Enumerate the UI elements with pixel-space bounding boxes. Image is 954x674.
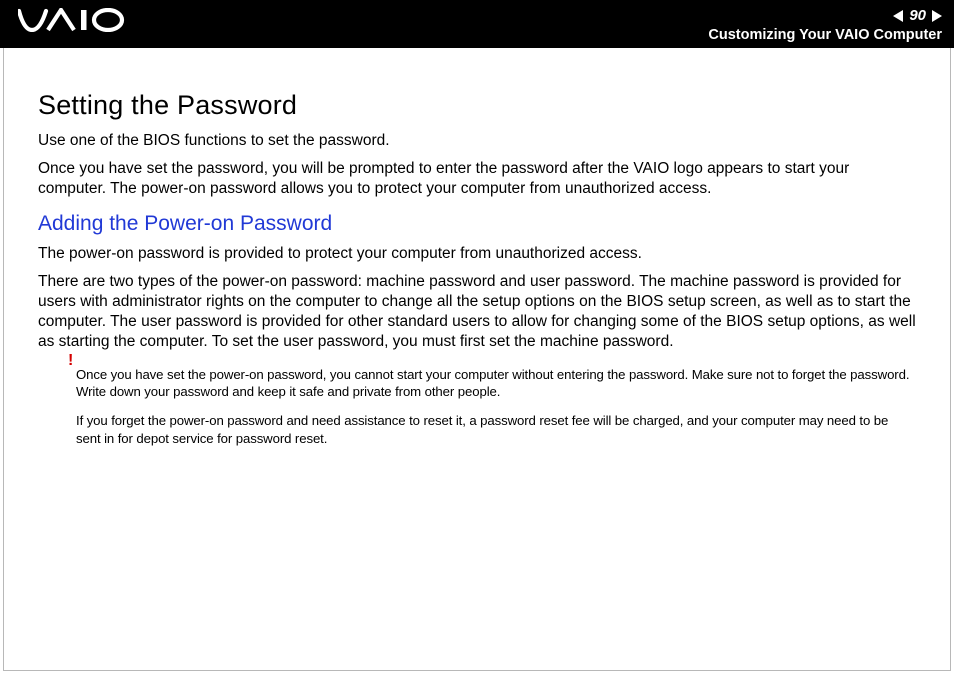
page-navigator: 90 <box>893 7 942 24</box>
heading-1: Setting the Password <box>38 90 916 121</box>
prev-page-icon[interactable] <box>893 10 903 22</box>
page-number: 90 <box>909 7 926 24</box>
section-title: Customizing Your VAIO Computer <box>708 27 942 44</box>
paragraph: The power-on password is provided to pro… <box>38 244 916 264</box>
vaio-logo <box>18 0 128 44</box>
paragraph: Use one of the BIOS functions to set the… <box>38 131 916 151</box>
page-content: Setting the Password Use one of the BIOS… <box>0 48 954 447</box>
header-right: 90 Customizing Your VAIO Computer <box>708 7 942 44</box>
page-header: 90 Customizing Your VAIO Computer <box>0 0 954 48</box>
caution-block: ! Once you have set the power-on passwor… <box>38 366 916 448</box>
exclamation-icon: ! <box>68 352 73 370</box>
heading-2: Adding the Power-on Password <box>38 212 916 236</box>
note-paragraph: If you forget the power-on password and … <box>76 412 916 447</box>
paragraph: Once you have set the password, you will… <box>38 159 916 199</box>
paragraph: There are two types of the power-on pass… <box>38 272 916 351</box>
next-page-icon[interactable] <box>932 10 942 22</box>
note-paragraph: Once you have set the power-on password,… <box>76 366 916 401</box>
